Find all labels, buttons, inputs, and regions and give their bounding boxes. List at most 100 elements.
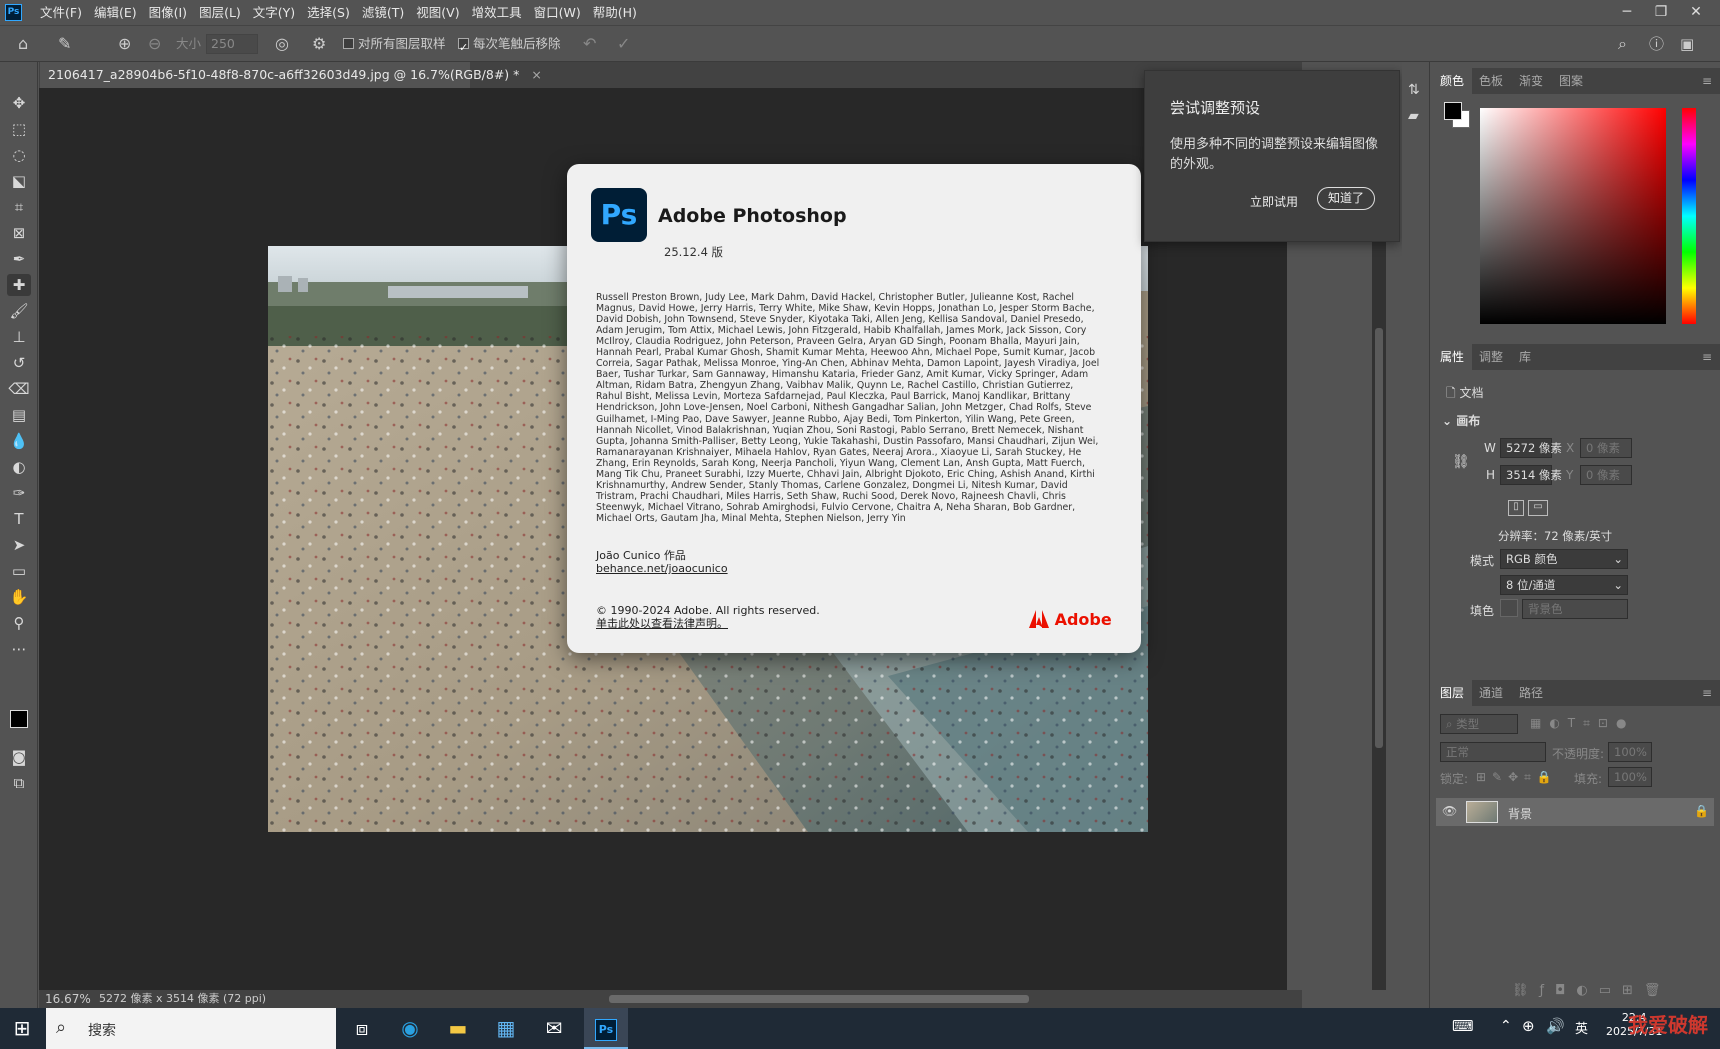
panel-menu-icon[interactable]: ≡ (1702, 68, 1712, 94)
x-input[interactable]: 0 像素 (1580, 438, 1632, 458)
edge-browser-icon[interactable]: ◉ (388, 1008, 432, 1049)
gradient-tool-icon[interactable]: ▤ (7, 404, 31, 426)
menu-item-0[interactable]: 文件(F) (34, 0, 88, 26)
subtract-mode-icon[interactable]: ⊖ (148, 32, 161, 56)
portrait-orientation-icon[interactable]: ▯ (1508, 500, 1524, 516)
eraser-tool-icon[interactable]: ⌫ (7, 378, 31, 400)
vertical-scroll-thumb[interactable] (1375, 328, 1383, 748)
add-mode-icon[interactable]: ⊕ (118, 32, 131, 56)
link-chain-icon[interactable]: ⛓ (1452, 454, 1470, 470)
lock-icons[interactable]: ⊞✎✥⌗🔒 (1476, 770, 1558, 785)
object-selection-tool-icon[interactable]: ⬕ (7, 170, 31, 192)
artist-link[interactable]: behance.net/joaocunico (596, 562, 728, 575)
frame-tool-icon[interactable]: ⊠ (7, 222, 31, 244)
search-icon[interactable]: ⌕ (1618, 32, 1627, 56)
tab-channels[interactable]: 通道 (1479, 680, 1503, 706)
photoshop-taskbar-button[interactable]: Ps (584, 1008, 628, 1049)
keyboard-icon[interactable]: ⌨ (1452, 1017, 1474, 1035)
remove-after-stroke-checkbox[interactable]: 每次笔触后移除 (458, 32, 561, 60)
comments-panel-icon[interactable]: ▰ (1408, 108, 1419, 124)
size-input[interactable]: 250 (206, 34, 258, 54)
help-icon[interactable]: ⓘ (1649, 32, 1664, 56)
lasso-tool-icon[interactable]: ◌ (7, 144, 31, 166)
network-icon[interactable]: ⊕ (1522, 1017, 1535, 1035)
tab-paths[interactable]: 路径 (1519, 680, 1543, 706)
hue-slider[interactable] (1682, 108, 1696, 324)
volume-icon[interactable]: 🔊 (1546, 1017, 1565, 1035)
panel-menu-icon[interactable]: ≡ (1702, 344, 1712, 370)
y-input[interactable]: 0 像素 (1580, 465, 1632, 485)
menu-item-10[interactable]: 帮助(H) (587, 0, 643, 26)
tab-color[interactable]: 颜色 (1432, 68, 1473, 94)
more-tools-icon[interactable]: ⋯ (7, 638, 31, 660)
layer-row-background[interactable]: 👁 背景 🔒 (1436, 798, 1714, 826)
try-now-button[interactable]: 立即试用 (1250, 193, 1298, 210)
mail-icon[interactable]: ✉ (532, 1008, 576, 1049)
menu-item-6[interactable]: 滤镜(T) (356, 0, 410, 26)
type-tool-icon[interactable]: T (7, 508, 31, 530)
fill-color-swatch[interactable] (1500, 599, 1518, 617)
healing-brush-tool-icon[interactable]: ✚ (7, 274, 31, 296)
zoom-tool-icon[interactable]: ⚲ (7, 612, 31, 634)
tab-libraries[interactable]: 库 (1519, 344, 1531, 370)
close-tab-icon[interactable]: × (531, 67, 541, 82)
blur-tool-icon[interactable]: 💧 (7, 430, 31, 452)
tab-layers[interactable]: 图层 (1432, 680, 1473, 706)
settings-gear-icon[interactable]: ⚙ (312, 32, 326, 56)
eyedropper-tool-icon[interactable]: ✒ (7, 248, 31, 270)
clone-stamp-tool-icon[interactable]: ⊥ (7, 326, 31, 348)
menu-item-4[interactable]: 文字(Y) (247, 0, 301, 26)
got-it-button[interactable]: 知道了 (1317, 187, 1375, 210)
height-input[interactable]: 3514 像素 (1500, 465, 1562, 485)
file-explorer-icon[interactable]: ▬ (436, 1008, 480, 1049)
menu-item-1[interactable]: 编辑(E) (88, 0, 143, 26)
windows-start-icon[interactable]: ⊞ (0, 1008, 44, 1049)
menu-item-3[interactable]: 图层(L) (193, 0, 247, 26)
close-button[interactable]: ✕ (1680, 0, 1712, 26)
tab-adjustments[interactable]: 调整 (1479, 344, 1503, 370)
canvas-section[interactable]: ⌄ 画布 (1442, 412, 1480, 429)
opacity-input[interactable]: 100% (1608, 742, 1652, 762)
brush-tool-icon[interactable]: 🖌 (7, 300, 31, 322)
tab-swatches[interactable]: 色板 (1479, 68, 1503, 94)
workspace-icon[interactable]: ▣ (1680, 32, 1694, 56)
path-selection-tool-icon[interactable]: ➤ (7, 534, 31, 556)
color-picker-field[interactable] (1480, 108, 1666, 324)
minimize-button[interactable]: ─ (1611, 0, 1643, 26)
undo-icon[interactable]: ↶ (583, 32, 596, 56)
menu-item-8[interactable]: 增效工具 (466, 0, 528, 26)
foreground-color-swatch[interactable] (10, 710, 28, 728)
about-dialog[interactable]: Ps Adobe Photoshop 25.12.4 版 Russell Pre… (567, 164, 1141, 653)
zoom-level[interactable]: 16.67% (45, 990, 91, 1008)
bit-depth-select[interactable]: 8 位/通道 ⌄ (1500, 575, 1628, 595)
tab-properties[interactable]: 属性 (1432, 344, 1473, 370)
home-icon[interactable]: ⌂ (18, 32, 28, 56)
mode-select[interactable]: RGB 颜色 ⌄ (1500, 549, 1628, 569)
marquee-tool-icon[interactable]: ⬚ (7, 118, 31, 140)
pen-tool-icon[interactable]: ✑ (7, 482, 31, 504)
layer-footer-icons[interactable]: ⛓ƒ◘◐▭⊞🗑 (1512, 983, 1671, 998)
screen-mode-icon[interactable]: ⧉ (7, 772, 31, 794)
menu-item-9[interactable]: 窗口(W) (528, 0, 587, 26)
taskbar-search-box[interactable]: ⌕ 搜索 (46, 1008, 336, 1049)
legal-notices-link[interactable]: 单击此处以查看法律声明。 (596, 617, 820, 630)
fill-opacity-input[interactable]: 100% (1608, 767, 1652, 787)
healing-brush-preset-icon[interactable]: ✎ (58, 32, 71, 56)
restore-button[interactable]: ❐ (1645, 0, 1677, 26)
fg-color-chip[interactable] (1444, 102, 1462, 120)
menu-item-5[interactable]: 选择(S) (301, 0, 356, 26)
input-method-indicator[interactable]: 英 (1575, 1018, 1588, 1037)
microsoft-store-icon[interactable]: ▦ (484, 1008, 528, 1049)
history-panel-icon[interactable]: ⇅ (1408, 82, 1420, 98)
horizontal-scroll-thumb[interactable] (609, 995, 1029, 1003)
history-brush-tool-icon[interactable]: ↺ (7, 352, 31, 374)
dodge-tool-icon[interactable]: ◐ (7, 456, 31, 478)
layer-filter-icons[interactable]: ▦◐T⌗⊡● (1530, 716, 1634, 731)
blend-mode-select[interactable]: 正常 (1440, 742, 1546, 762)
menu-item-7[interactable]: 视图(V) (410, 0, 465, 26)
tray-chevron-icon[interactable]: ⌃ (1500, 1018, 1512, 1034)
move-tool-icon[interactable]: ✥ (7, 92, 31, 114)
commit-check-icon[interactable]: ✓ (617, 32, 630, 56)
hand-tool-icon[interactable]: ✋ (7, 586, 31, 608)
document-tab[interactable]: 2106417_a28904b6-5f10-48f8-870c-a6ff3260… (40, 62, 542, 88)
